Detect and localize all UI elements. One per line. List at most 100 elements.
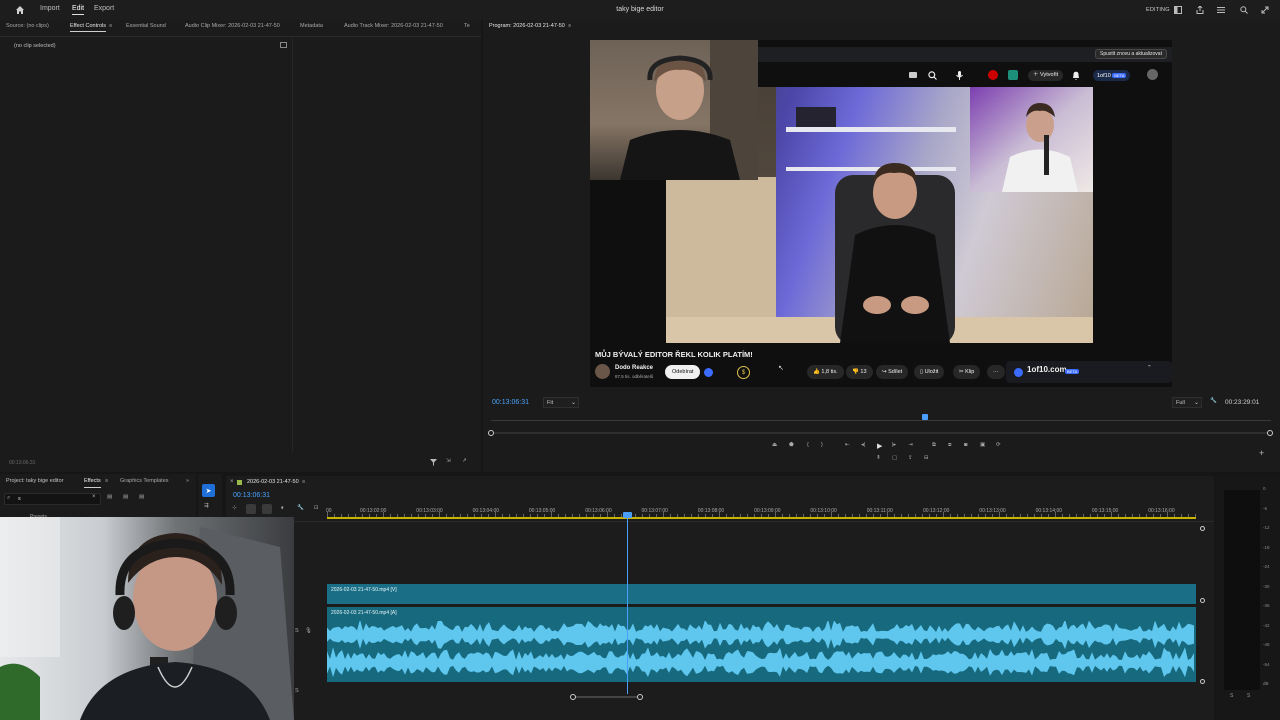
camera-icon[interactable]: ◙ [964,442,967,448]
dislike-button[interactable]: 👎 13 [846,365,873,379]
insert-icon[interactable]: ⧉ [932,442,936,449]
effects-search-input[interactable] [18,495,86,503]
project-tab[interactable]: Project: taky bige editor [6,478,63,484]
channel-name[interactable]: Dodo Reakce [615,365,653,371]
tab-metadata[interactable]: Metadata [300,23,323,29]
tab-menu-icon[interactable]: ≡ [109,23,112,29]
compare-icon[interactable]: ▣ [980,442,985,448]
step-back-icon[interactable]: ◂| [861,442,865,448]
tab-essential-sound[interactable]: Essential Sound [126,23,166,29]
avatar[interactable] [1147,69,1158,80]
accelerated-effects-icon[interactable]: ▤ [107,494,112,500]
add-button-icon[interactable]: + [1259,448,1264,458]
yuv-effects-icon[interactable]: ▤ [139,494,144,500]
expand-icon[interactable] [280,42,287,48]
32bit-effects-icon[interactable]: ▤ [123,494,128,500]
mic-icon[interactable]: 🎙 [305,628,312,634]
scroll-handle-left[interactable] [488,430,494,436]
tab-text[interactable]: Te [464,23,470,29]
tab-effect-controls[interactable]: Effect Controls [70,23,106,32]
quality-select[interactable]: Full ⌄ [1172,397,1202,408]
export-frame-icon[interactable]: ⇲ [446,458,451,464]
fullscreen-icon[interactable] [1260,5,1270,15]
create-button[interactable]: ＋ Vytvořit [1028,70,1064,81]
menu-import[interactable]: Import [40,5,60,12]
oneof-icon[interactable] [704,368,713,377]
home-icon[interactable] [14,4,26,16]
scroll-handle-right[interactable] [1267,430,1273,436]
search-icon[interactable] [926,69,938,81]
wrench-icon[interactable]: 🔧 [1210,398,1217,404]
time-ruler[interactable]: 00 00:13:02:00 00:13:03:00 00:13:04:00 00:13… [226,476,1214,520]
more-button[interactable]: ··· [987,365,1005,379]
vr-icon[interactable]: ⊟ [924,455,929,461]
clip-button[interactable]: ✂ Klip [953,365,981,379]
extension-icon[interactable] [988,70,998,80]
mark-icon[interactable]: ⏏ [772,442,777,448]
collapse-icon[interactable]: ⌃ [1147,365,1152,371]
fit-select[interactable]: Fit ⌄ [543,397,579,408]
bell-icon[interactable] [1070,69,1082,81]
lift-icon[interactable]: ⇞ [876,455,881,461]
meter-channel-right[interactable]: S [1247,693,1250,699]
track-height-handle[interactable] [1200,679,1205,684]
dollar-icon[interactable]: $ [737,366,750,379]
program-ruler[interactable] [491,414,1271,422]
menu-icon[interactable] [1216,5,1226,15]
play-icon[interactable]: ▶ [877,442,882,450]
zoom-scrollbar[interactable] [491,432,1271,434]
like-button[interactable]: 👍 1,8 tis. [807,365,844,379]
panel-icon[interactable] [1173,5,1183,15]
program-tab[interactable]: Program: 2026-02-03 21-47-50 [489,23,565,29]
menu-export[interactable]: Export [94,5,114,12]
save-button[interactable]: ▯ Uložit [914,365,945,379]
channel-avatar[interactable] [595,364,610,379]
export-icon[interactable]: ⇪ [908,455,913,461]
share-icon[interactable] [1195,5,1205,15]
effects-search[interactable]: ⌕ × [4,493,101,505]
marker-icon[interactable]: ⬟ [789,442,794,448]
zoom-handle-left[interactable] [570,694,576,700]
timeline-playhead[interactable] [627,514,628,694]
program-tab-menu-icon[interactable]: ≡ [568,23,571,29]
tab-audio-track-mixer[interactable]: Audio Track Mixer: 2026-02-03 21-47-50 [344,23,443,29]
subscribe-button[interactable]: Odebírat [665,365,701,379]
video-clip[interactable]: 2026-02-03 21-47-50.mp4 [V] [327,584,1196,604]
tab-graphics-templates[interactable]: Graphics Templates [120,478,169,484]
meter-channel-left[interactable]: S [1230,693,1233,699]
filter-icon[interactable] [429,458,438,466]
overwrite-icon[interactable]: ⧈ [948,442,952,449]
clear-icon[interactable]: × [92,494,96,500]
video-title[interactable]: MŮJ BÝVALÝ EDITOR ŘEKL KOLIK PLATÍM! [595,350,753,359]
timeline-zoom-bar[interactable] [571,696,641,698]
mark-in-icon[interactable]: { [807,442,809,448]
track-select-icon[interactable]: ⇶ [204,503,209,509]
oneof-badge[interactable]: 1of10 BETA [1093,70,1131,81]
share-button[interactable]: ↪ Sdílet [876,365,909,379]
track-height-handle[interactable] [1200,526,1205,531]
cast-icon[interactable] [908,70,918,80]
return-icon[interactable]: ↗ [462,458,467,464]
update-button[interactable]: Spustit znovu a aktualizovat [1095,49,1167,59]
tab-effects[interactable]: Effects [84,478,101,484]
audio-clip[interactable]: 2026-02-03 21-47-50.mp4 [A] [327,607,1196,682]
tab-source[interactable]: Source: (no clips) [6,23,49,29]
go-to-out-icon[interactable]: ⇥ [908,442,913,448]
tab-audio-clip-mixer[interactable]: Audio Clip Mixer: 2026-02-03 21-47-50 [185,23,280,29]
extension-icon[interactable] [1008,70,1018,80]
go-to-in-icon[interactable]: ⇤ [845,442,850,448]
safe-margins-icon[interactable]: ▢ [892,455,897,461]
oneof-link[interactable]: 1of10.com [1027,365,1067,374]
menu-edit[interactable]: Edit [72,5,85,15]
work-area-bar[interactable] [327,517,1196,519]
selection-tool-icon[interactable]: ➤ [202,484,215,497]
mark-out-icon[interactable]: } [821,442,823,448]
loop-icon[interactable]: ⟳ [996,442,1001,448]
step-forward-icon[interactable]: |▸ [892,442,896,448]
program-timecode[interactable]: 00:13:06:31 [492,399,529,406]
workspace-label[interactable]: EDITING [1146,7,1170,13]
program-playhead[interactable] [922,414,928,420]
track-height-handle[interactable] [1200,598,1205,603]
tab-menu-icon[interactable]: ≡ [105,478,108,484]
microphone-icon[interactable] [953,69,965,81]
